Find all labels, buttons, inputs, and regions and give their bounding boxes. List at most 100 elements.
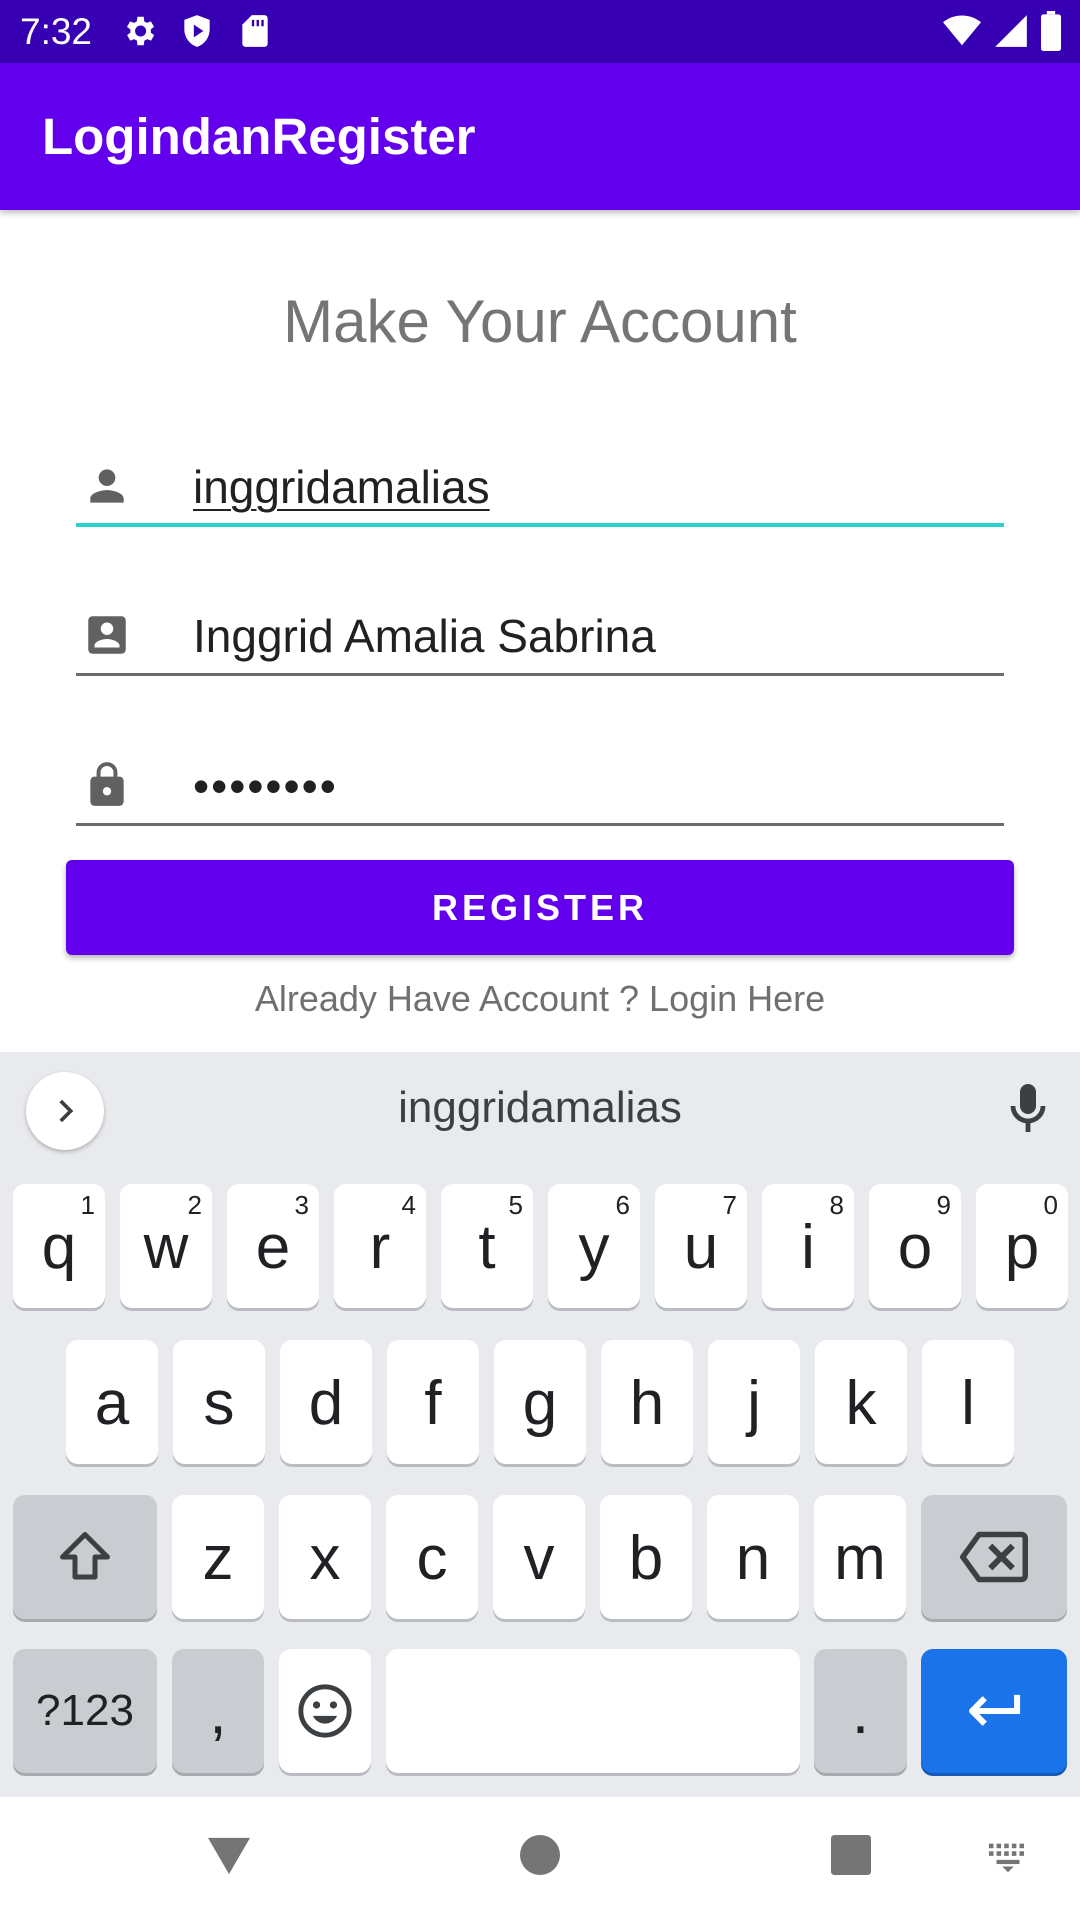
- key-label: y: [578, 1213, 610, 1282]
- key-label: a: [94, 1369, 130, 1438]
- key-z[interactable]: z: [172, 1495, 264, 1619]
- status-bar: 7:32: [0, 0, 1080, 63]
- microphone-icon[interactable]: [1004, 1082, 1052, 1138]
- lock-icon: [90, 762, 124, 806]
- shield-play-icon: [184, 15, 210, 47]
- battery-icon: [1041, 11, 1061, 51]
- key-n[interactable]: n: [707, 1495, 799, 1619]
- key-c[interactable]: c: [386, 1495, 478, 1619]
- soft-keyboard: inggridamalias ?123 , . q 1 w 2 e 3 r 4 …: [0, 1052, 1080, 1797]
- back-triangle-icon[interactable]: [206, 1834, 252, 1876]
- key-number-hint: 3: [294, 1190, 309, 1220]
- key-label: x: [309, 1524, 341, 1593]
- key-label: c: [416, 1524, 448, 1593]
- recents-square-icon[interactable]: [831, 1835, 871, 1875]
- key-label: f: [424, 1369, 442, 1438]
- key-i[interactable]: i8: [762, 1184, 854, 1308]
- key-label: n: [735, 1524, 771, 1593]
- key-m[interactable]: m: [814, 1495, 906, 1619]
- gear-icon: [126, 16, 155, 46]
- username-value: inggridamalias: [193, 461, 490, 513]
- word-suggestion[interactable]: inggridamalias: [0, 1082, 1080, 1134]
- key-label: h: [629, 1369, 665, 1438]
- enter-arrow-icon: [969, 1694, 1021, 1726]
- sd-card-icon: [242, 15, 268, 47]
- person-icon: [90, 469, 124, 503]
- key-number-hint: 0: [1043, 1190, 1058, 1220]
- key-h[interactable]: h: [601, 1340, 693, 1464]
- key-label: e: [255, 1213, 291, 1282]
- suggestion-bar: inggridamalias: [0, 1052, 1080, 1168]
- key-f[interactable]: f: [387, 1340, 479, 1464]
- backspace-key[interactable]: [921, 1495, 1067, 1619]
- key-label: w: [143, 1213, 189, 1282]
- key-number-hint: 2: [187, 1190, 202, 1220]
- key-u[interactable]: u7: [655, 1184, 747, 1308]
- key-d[interactable]: d: [280, 1340, 372, 1464]
- key-r[interactable]: r4: [334, 1184, 426, 1308]
- status-time: 7:32: [20, 11, 93, 52]
- home-circle-icon[interactable]: [520, 1835, 560, 1875]
- register-button[interactable]: REGISTER: [66, 860, 1014, 955]
- key-number-hint: 6: [615, 1190, 630, 1220]
- key-number-hint: 9: [936, 1190, 951, 1220]
- key-p[interactable]: p0: [976, 1184, 1068, 1308]
- enter-key[interactable]: [921, 1649, 1067, 1773]
- comma-key[interactable]: ,: [172, 1649, 264, 1773]
- emoji-icon: [298, 1684, 352, 1738]
- fullname-value: Inggrid Amalia Sabrina: [193, 610, 656, 662]
- shift-arrow-icon: [60, 1532, 110, 1580]
- backspace-icon: [960, 1531, 1028, 1583]
- key-g[interactable]: g: [494, 1340, 586, 1464]
- password-value: ••••••••: [193, 760, 338, 812]
- period-key[interactable]: .: [814, 1649, 907, 1773]
- key-number-hint: 4: [401, 1190, 416, 1220]
- key-label: r: [369, 1213, 391, 1282]
- app-screen: 7:32 LogindanRegister Make Your Account …: [0, 0, 1080, 1920]
- key-e[interactable]: e3: [227, 1184, 319, 1308]
- key-label: i: [801, 1213, 815, 1282]
- key-number-hint: 1: [80, 1190, 95, 1220]
- key-k[interactable]: k: [815, 1340, 907, 1464]
- key-label: t: [478, 1213, 496, 1282]
- comma-key-label: ,: [209, 1678, 227, 1747]
- key-label: g: [522, 1369, 558, 1438]
- username-field[interactable]: inggridamalias: [76, 427, 1004, 527]
- key-b[interactable]: b: [600, 1495, 692, 1619]
- key-label: d: [308, 1369, 344, 1438]
- key-label: q: [41, 1213, 77, 1282]
- app-bar: LogindanRegister: [0, 63, 1080, 210]
- period-key-label: .: [851, 1678, 870, 1747]
- key-label: z: [202, 1524, 234, 1593]
- keyboard-switch-icon[interactable]: [987, 1841, 1029, 1873]
- key-t[interactable]: t5: [441, 1184, 533, 1308]
- password-field[interactable]: ••••••••: [76, 726, 1004, 826]
- key-label: u: [683, 1213, 719, 1282]
- key-number-hint: 7: [722, 1190, 737, 1220]
- space-key[interactable]: [386, 1649, 800, 1773]
- key-label: o: [897, 1213, 933, 1282]
- key-x[interactable]: x: [279, 1495, 371, 1619]
- key-j[interactable]: j: [708, 1340, 800, 1464]
- cell-signal-icon: [995, 15, 1027, 47]
- page-heading: Make Your Account: [283, 288, 797, 355]
- key-q[interactable]: q1: [13, 1184, 105, 1308]
- key-label: v: [523, 1524, 555, 1593]
- key-s[interactable]: s: [173, 1340, 265, 1464]
- login-link[interactable]: Already Have Account ? Login Here: [0, 977, 1080, 1021]
- navigation-bar: [0, 1797, 1080, 1920]
- key-label: m: [834, 1524, 886, 1593]
- key-v[interactable]: v: [493, 1495, 585, 1619]
- emoji-key[interactable]: [279, 1649, 371, 1773]
- symbols-key[interactable]: ?123: [13, 1649, 157, 1773]
- key-y[interactable]: y6: [548, 1184, 640, 1308]
- key-w[interactable]: w2: [120, 1184, 212, 1308]
- key-label: b: [628, 1524, 664, 1593]
- key-l[interactable]: l: [922, 1340, 1014, 1464]
- key-o[interactable]: o9: [869, 1184, 961, 1308]
- shift-key[interactable]: [13, 1495, 157, 1619]
- key-a[interactable]: a: [66, 1340, 158, 1464]
- app-title: LogindanRegister: [42, 108, 476, 165]
- key-number-hint: 5: [508, 1190, 523, 1220]
- fullname-field[interactable]: Inggrid Amalia Sabrina: [76, 576, 1004, 676]
